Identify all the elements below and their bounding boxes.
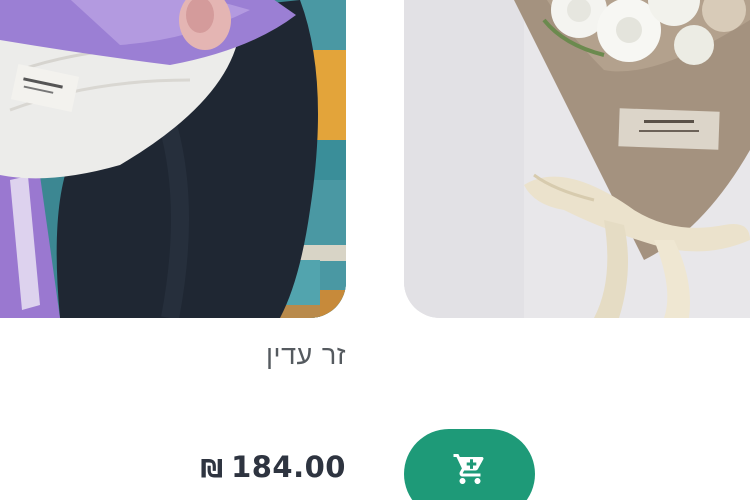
price-currency: ₪ [200, 454, 224, 483]
product-grid: זר עדין ₪ 184.00 [0, 0, 750, 500]
product-title[interactable]: זר עדין [266, 340, 346, 371]
price-amount: 184.00 [231, 450, 346, 484]
shopping-cart-icon [452, 451, 488, 487]
product-image-purple-bouquet[interactable] [0, 0, 346, 318]
product-price: ₪ 184.00 [200, 450, 346, 484]
bouquet-photo-right [404, 0, 750, 318]
bouquet-photo-left [0, 0, 346, 318]
add-to-cart-button[interactable] [404, 429, 535, 500]
product-image-kraft-bouquet[interactable] [404, 0, 750, 318]
